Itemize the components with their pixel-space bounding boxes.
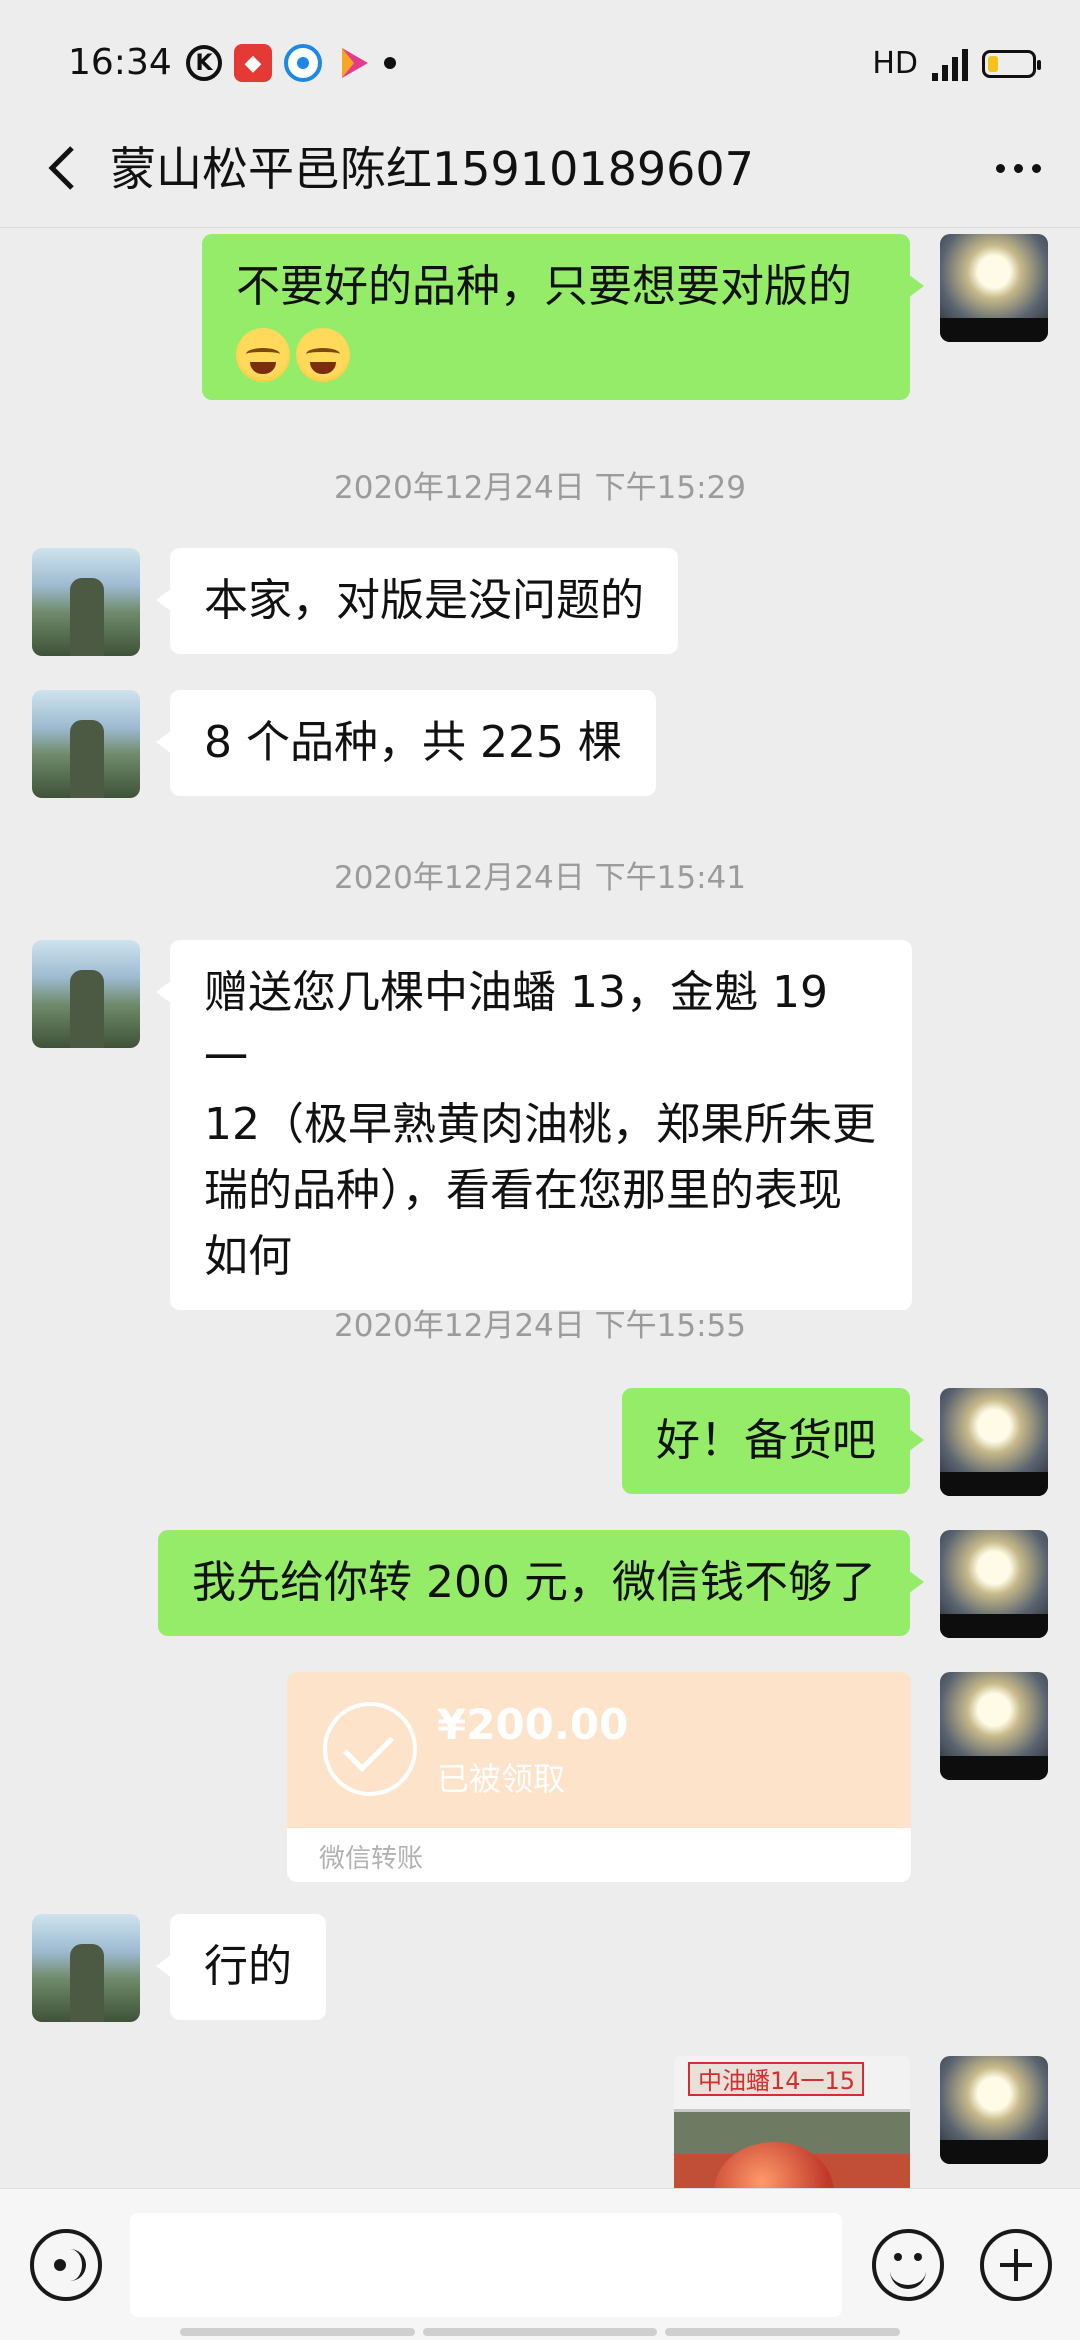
signal-icon — [932, 47, 968, 81]
image-message[interactable]: 中油蟠14一15 — [674, 2056, 910, 2188]
my-avatar[interactable] — [940, 1530, 1048, 1638]
navigation-hint-bar — [180, 2328, 901, 2340]
browser-app-icon — [284, 44, 322, 82]
transfer-status: 已被领取 — [437, 1760, 566, 1798]
message-text: 不要好的品种，只要想要对版的 — [236, 261, 852, 312]
my-avatar[interactable] — [940, 1388, 1048, 1496]
transfer-card-body: ¥200.00 已被领取 — [287, 1672, 911, 1828]
message-bubble-received[interactable]: 本家，对版是没问题的 — [156, 548, 678, 654]
message-bubble-received[interactable]: 行的 — [156, 1914, 326, 2020]
message-timestamp: 2020年12月24日 下午15:55 — [334, 1308, 746, 1344]
status-time: 16:34 — [68, 42, 172, 83]
battery-icon — [982, 49, 1041, 78]
more-dots-icon[interactable] — [986, 136, 1050, 200]
check-circle-icon — [323, 1702, 417, 1796]
peach-photo — [714, 2142, 834, 2188]
message-text-line: 瑞的品种），看看在您那里的表现 — [204, 1165, 842, 1216]
chat-screen: 16:34 K ◆ HD 蒙山松平邑陈红15910189607 不要好的品种，只… — [0, 0, 1080, 2340]
back-chevron-icon[interactable] — [30, 136, 94, 200]
message-text-line: 12（极早熟黄肉油桃，郑果所朱更 — [204, 1099, 876, 1150]
message-bubble-sent[interactable]: 好！备货吧 — [622, 1388, 924, 1494]
chat-header: 蒙山松平邑陈红15910189607 — [0, 110, 1080, 228]
voice-icon[interactable] — [30, 2229, 102, 2301]
more-notifications-icon — [384, 57, 396, 69]
message-bubble-received[interactable]: 赠送您几棵中油蟠 13，金魁 19 一 12（极早熟黄肉油桃，郑果所朱更 瑞的品… — [156, 940, 912, 1310]
contact-avatar[interactable] — [32, 690, 140, 798]
hd-indicator: HD — [872, 46, 918, 81]
message-input[interactable] — [130, 2213, 842, 2317]
my-avatar[interactable] — [940, 1672, 1048, 1780]
shopping-app-icon: ◆ — [234, 44, 272, 82]
crying-laughing-emoji-icon — [296, 328, 350, 382]
message-list[interactable]: 不要好的品种，只要想要对版的 2020年12月24日 下午15:29 本家，对版… — [0, 228, 1080, 2188]
plus-icon[interactable] — [980, 2229, 1052, 2301]
crying-laughing-emoji-icon — [236, 328, 290, 382]
money-transfer-card[interactable]: ¥200.00 已被领取 微信转账 — [287, 1672, 911, 1882]
message-text-line: 赠送您几棵中油蟠 13，金魁 19 一 — [204, 967, 828, 1084]
transfer-label: 微信转账 — [319, 1844, 424, 1874]
contact-avatar[interactable] — [32, 548, 140, 656]
k-app-icon: K — [186, 45, 222, 81]
message-text-line: 如何 — [204, 1231, 292, 1282]
status-notification-icons: K ◆ — [186, 44, 396, 82]
message-input-bar — [0, 2188, 1080, 2340]
contact-avatar[interactable] — [32, 940, 140, 1048]
status-indicators: HD — [872, 46, 1041, 81]
transfer-amount: ¥200.00 — [437, 1700, 629, 1749]
message-timestamp: 2020年12月24日 下午15:29 — [334, 470, 746, 506]
my-avatar[interactable] — [940, 234, 1048, 342]
contact-avatar[interactable] — [32, 1914, 140, 2022]
message-bubble-sent[interactable]: 不要好的品种，只要想要对版的 — [202, 234, 924, 400]
message-timestamp: 2020年12月24日 下午15:41 — [334, 860, 746, 896]
my-avatar[interactable] — [940, 2056, 1048, 2164]
image-caption-label: 中油蟠14一15 — [688, 2062, 864, 2096]
video-app-icon — [334, 44, 372, 82]
emoji-icon[interactable] — [872, 2229, 944, 2301]
message-bubble-received[interactable]: 8 个品种，共 225 棵 — [156, 690, 656, 796]
transfer-card-footer: 微信转账 — [287, 1828, 911, 1882]
message-bubble-sent[interactable]: 我先给你转 200 元，微信钱不够了 — [158, 1530, 924, 1636]
chat-title: 蒙山松平邑陈红15910189607 — [110, 142, 754, 196]
